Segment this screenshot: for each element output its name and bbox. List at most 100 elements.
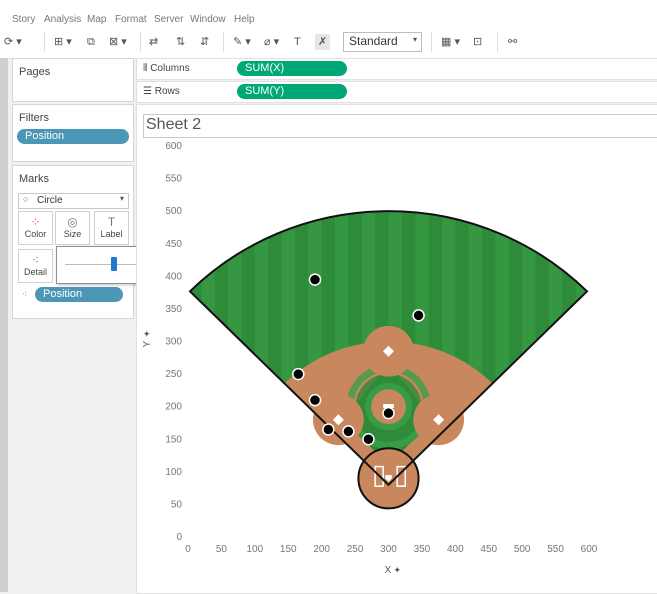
- x-tick-label: 100: [246, 544, 263, 555]
- size-icon: ◎: [67, 215, 78, 229]
- columns-shelf[interactable]: ⦀ Columns SUM(X): [136, 58, 657, 80]
- y-tick-label: 400: [165, 271, 182, 282]
- highlight-icon[interactable]: ✎ ▾: [233, 34, 251, 50]
- data-point: [412, 309, 425, 322]
- y-axis-pin-icon: ✦: [142, 330, 152, 338]
- label-button-label: Label: [100, 229, 123, 239]
- chevron-down-icon: ▾: [412, 35, 417, 44]
- swap-axes-icon[interactable]: ⇄: [149, 34, 158, 50]
- marks-title: Marks: [19, 173, 49, 185]
- color-button[interactable]: ⁘ Color: [18, 211, 53, 245]
- circle-icon: ○: [23, 194, 29, 204]
- group-members-icon[interactable]: ⌀ ▾: [264, 34, 279, 50]
- y-tick-label: 350: [165, 304, 182, 315]
- menu-analysis[interactable]: Analysis: [44, 14, 81, 25]
- pages-card[interactable]: Pages: [12, 58, 134, 102]
- y-axis-label[interactable]: Y: [142, 341, 153, 348]
- rows-pill-sum-y[interactable]: SUM(Y): [237, 84, 347, 99]
- new-worksheet-icon[interactable]: ⊞ ▾: [54, 34, 72, 50]
- menu-window[interactable]: Window: [190, 14, 226, 25]
- size-button[interactable]: ◎ Size: [55, 211, 90, 245]
- refresh-icon[interactable]: ⟳ ▾: [4, 34, 22, 50]
- share-icon[interactable]: ⚯: [508, 34, 517, 50]
- fit-select-value: Standard: [349, 34, 398, 48]
- scatter-chart[interactable]: 0 50 100 150 200 250 300 350 400 450 500 550 600 0 50…: [136, 136, 657, 592]
- toolbar-separator: [497, 32, 498, 52]
- columns-pill-sum-x[interactable]: SUM(X): [237, 61, 347, 76]
- y-tick-label: 450: [165, 239, 182, 250]
- x-axis-pin-icon: ✦: [394, 565, 402, 575]
- toolbar-separator: [223, 32, 224, 52]
- mark-type-select[interactable]: ○ Circle ▾: [18, 193, 129, 209]
- x-tick-label: 300: [380, 544, 397, 555]
- menu-format[interactable]: Format: [115, 14, 147, 25]
- menu-bar: Story Analysis Map Format Server Window …: [0, 0, 657, 26]
- y-tick-label: 600: [165, 141, 182, 152]
- y-tick-label: 50: [171, 499, 183, 510]
- x-axis-label[interactable]: X: [385, 565, 392, 576]
- rows-icon: ☰: [143, 86, 155, 97]
- menu-story[interactable]: Story: [12, 14, 35, 25]
- x-tick-label: 200: [313, 544, 330, 555]
- filters-title: Filters: [19, 112, 49, 124]
- x-tick-label: 50: [216, 544, 228, 555]
- color-button-label: Color: [24, 229, 47, 239]
- toolbar-separator: [431, 32, 432, 52]
- data-point: [362, 433, 375, 446]
- sheet-title-box[interactable]: Sheet 2: [143, 114, 657, 138]
- y-tick-label: 200: [165, 402, 182, 413]
- grass-stripe: [468, 211, 483, 485]
- detail-button-label: Detail: [23, 267, 47, 277]
- rows-shelf[interactable]: ☰ Rows SUM(Y): [136, 81, 657, 103]
- color-icon: ⁘: [30, 215, 41, 229]
- data-point: [292, 367, 305, 381]
- menu-map[interactable]: Map: [87, 14, 106, 25]
- x-tick-label: 450: [480, 544, 497, 555]
- baseball-field-image: [188, 146, 615, 537]
- rows-label: ☰ Rows: [143, 86, 180, 97]
- size-slider-thumb[interactable]: [110, 257, 117, 271]
- sort-descending-icon[interactable]: ⇵: [200, 34, 209, 50]
- columns-label-text: Columns: [150, 63, 190, 74]
- show-cards-icon[interactable]: ▦ ▾: [441, 34, 460, 50]
- grass-stripe: [522, 211, 536, 485]
- data-point: [382, 406, 395, 420]
- fix-axes-icon[interactable]: ✗: [315, 34, 331, 50]
- label-icon: T: [107, 215, 116, 229]
- detail-icon: ⁖: [31, 253, 40, 267]
- sort-ascending-icon[interactable]: ⇅: [176, 34, 185, 50]
- grass-stripe: [548, 211, 563, 485]
- data-point: [308, 393, 322, 407]
- show-mark-labels-icon[interactable]: T: [294, 34, 301, 50]
- grass-stripe: [575, 211, 587, 485]
- detail-pill-position[interactable]: Position: [35, 287, 123, 302]
- grass-stripe: [281, 211, 295, 485]
- clear-sheet-icon[interactable]: ⊠ ▾: [109, 34, 127, 50]
- fit-select[interactable]: Standard ▾: [343, 32, 422, 52]
- window-edge: [0, 58, 8, 592]
- filters-card[interactable]: Filters Position: [12, 104, 134, 162]
- x-tick-label: 0: [185, 544, 191, 555]
- y-tick-label: 100: [165, 467, 182, 478]
- x-tick-label: 150: [280, 544, 297, 555]
- label-button[interactable]: T Label: [94, 211, 129, 245]
- pages-title: Pages: [19, 66, 51, 78]
- x-tick-label: 250: [347, 544, 364, 555]
- filter-pill-position[interactable]: Position: [17, 129, 129, 144]
- y-tick-label: 550: [165, 174, 182, 185]
- grass-stripe: [228, 211, 242, 485]
- toolbar: ⟳ ▾ ⊞ ▾ ⧉ ⊠ ▾ ⇄ ⇅ ⇵ ✎ ▾ ⌀ ▾ T ✗ Standard…: [0, 26, 657, 59]
- menu-help[interactable]: Help: [234, 14, 255, 25]
- data-point: [342, 425, 355, 438]
- presentation-mode-icon[interactable]: ⊡: [473, 34, 482, 50]
- grass-stripe: [602, 146, 615, 537]
- detail-button[interactable]: ⁖ Detail: [18, 249, 53, 283]
- x-tick-label: 400: [447, 544, 464, 555]
- menu-server[interactable]: Server: [154, 14, 183, 25]
- duplicate-sheet-icon[interactable]: ⧉: [87, 34, 95, 50]
- x-tick-label: 550: [547, 544, 564, 555]
- y-tick-label: 250: [165, 369, 182, 380]
- x-axis: 0 50 100 150 200 250 300 350 400 450 500 550 600: [185, 544, 598, 555]
- x-tick-label: 350: [414, 544, 431, 555]
- columns-label: ⦀ Columns: [143, 63, 190, 74]
